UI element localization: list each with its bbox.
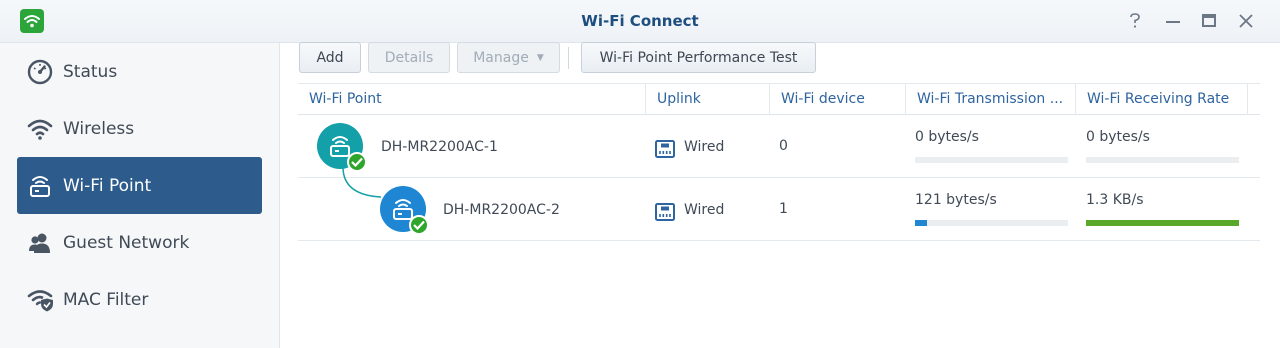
rx-rate-value: 1.3 KB/s	[1086, 192, 1144, 208]
wifi-shield-icon	[26, 286, 54, 314]
close-icon[interactable]	[1236, 11, 1256, 31]
sidebar-item-label: Status	[63, 61, 118, 82]
rx-rate-bar	[1086, 220, 1239, 226]
manage-dropdown-button[interactable]: Manage ▼	[457, 42, 560, 73]
ethernet-icon	[655, 203, 675, 225]
rx-rate-bar	[1086, 157, 1239, 163]
performance-test-button[interactable]: Wi-Fi Point Performance Test	[581, 42, 816, 73]
wifi-icon	[26, 115, 54, 143]
column-header-receiving-rate[interactable]: Wi-Fi Receiving Rate	[1076, 84, 1248, 115]
tx-rate-bar	[915, 157, 1068, 163]
sidebar-item-label: Wireless	[63, 118, 135, 139]
guest-users-icon	[26, 229, 54, 257]
tx-rate-bar	[915, 220, 1068, 226]
title-bar: Wi-Fi Connect	[0, 0, 1280, 43]
ethernet-icon	[655, 140, 675, 162]
wifi-device-count: 0	[779, 138, 788, 154]
sidebar-item-label: Guest Network	[63, 232, 190, 253]
table-header: Wi-Fi Point Uplink Wi-Fi device Wi-Fi Tr…	[298, 83, 1260, 115]
toolbar-separator	[568, 47, 569, 69]
uplink-connector-line	[342, 167, 382, 198]
sidebar-item-wifi-point[interactable]: Wi-Fi Point	[17, 157, 262, 214]
wifi-device-count: 1	[779, 201, 788, 217]
help-icon[interactable]	[1125, 11, 1145, 31]
chevron-down-icon: ▼	[536, 52, 544, 63]
tx-rate-value: 121 bytes/s	[915, 192, 997, 208]
wifi-point-name: DH-MR2200AC-2	[443, 202, 560, 218]
column-header-uplink[interactable]: Uplink	[646, 84, 770, 115]
uplink-value: Wired	[684, 139, 725, 155]
manage-label: Manage	[473, 49, 529, 66]
wifi-point-name: DH-MR2200AC-1	[381, 139, 498, 155]
sidebar-item-guest-network[interactable]: Guest Network	[17, 214, 262, 271]
sidebar-item-wireless[interactable]: Wireless	[17, 100, 262, 157]
rx-rate-bar-fill	[1086, 220, 1239, 226]
sidebar: Status Wireless Wi-Fi Point Guest Networ…	[0, 43, 280, 348]
column-header-wifi-device[interactable]: Wi-Fi device	[770, 84, 906, 115]
minimize-icon[interactable]	[1163, 11, 1183, 31]
sidebar-item-label: MAC Filter	[63, 289, 149, 310]
sidebar-item-status[interactable]: Status	[17, 43, 262, 100]
rx-rate-value: 0 bytes/s	[1086, 129, 1150, 145]
tx-rate-value: 0 bytes/s	[915, 129, 979, 145]
table-row[interactable]: DH-MR2200AC-1 Wired 0 0 bytes/s 0 bytes/…	[298, 115, 1260, 178]
details-button[interactable]: Details	[368, 42, 450, 73]
tx-rate-bar-fill	[915, 220, 928, 226]
connected-check-icon	[409, 215, 429, 235]
window-title: Wi-Fi Connect	[581, 12, 699, 30]
table-row[interactable]: DH-MR2200AC-2 Wired 1 121 bytes/s 1.3 KB…	[298, 167, 1260, 241]
gauge-icon	[26, 58, 54, 86]
add-button[interactable]: Add	[299, 42, 361, 73]
router-icon	[26, 172, 54, 200]
sidebar-item-label: Wi-Fi Point	[63, 175, 152, 196]
uplink-value: Wired	[684, 202, 725, 218]
column-header-transmission[interactable]: Wi-Fi Transmission ...	[906, 84, 1076, 115]
column-header-wifi-point[interactable]: Wi-Fi Point	[298, 84, 646, 115]
sidebar-item-mac-filter[interactable]: MAC Filter	[17, 271, 262, 328]
maximize-icon[interactable]	[1199, 11, 1219, 31]
wifi-point-table: Wi-Fi Point Uplink Wi-Fi device Wi-Fi Tr…	[298, 83, 1260, 241]
